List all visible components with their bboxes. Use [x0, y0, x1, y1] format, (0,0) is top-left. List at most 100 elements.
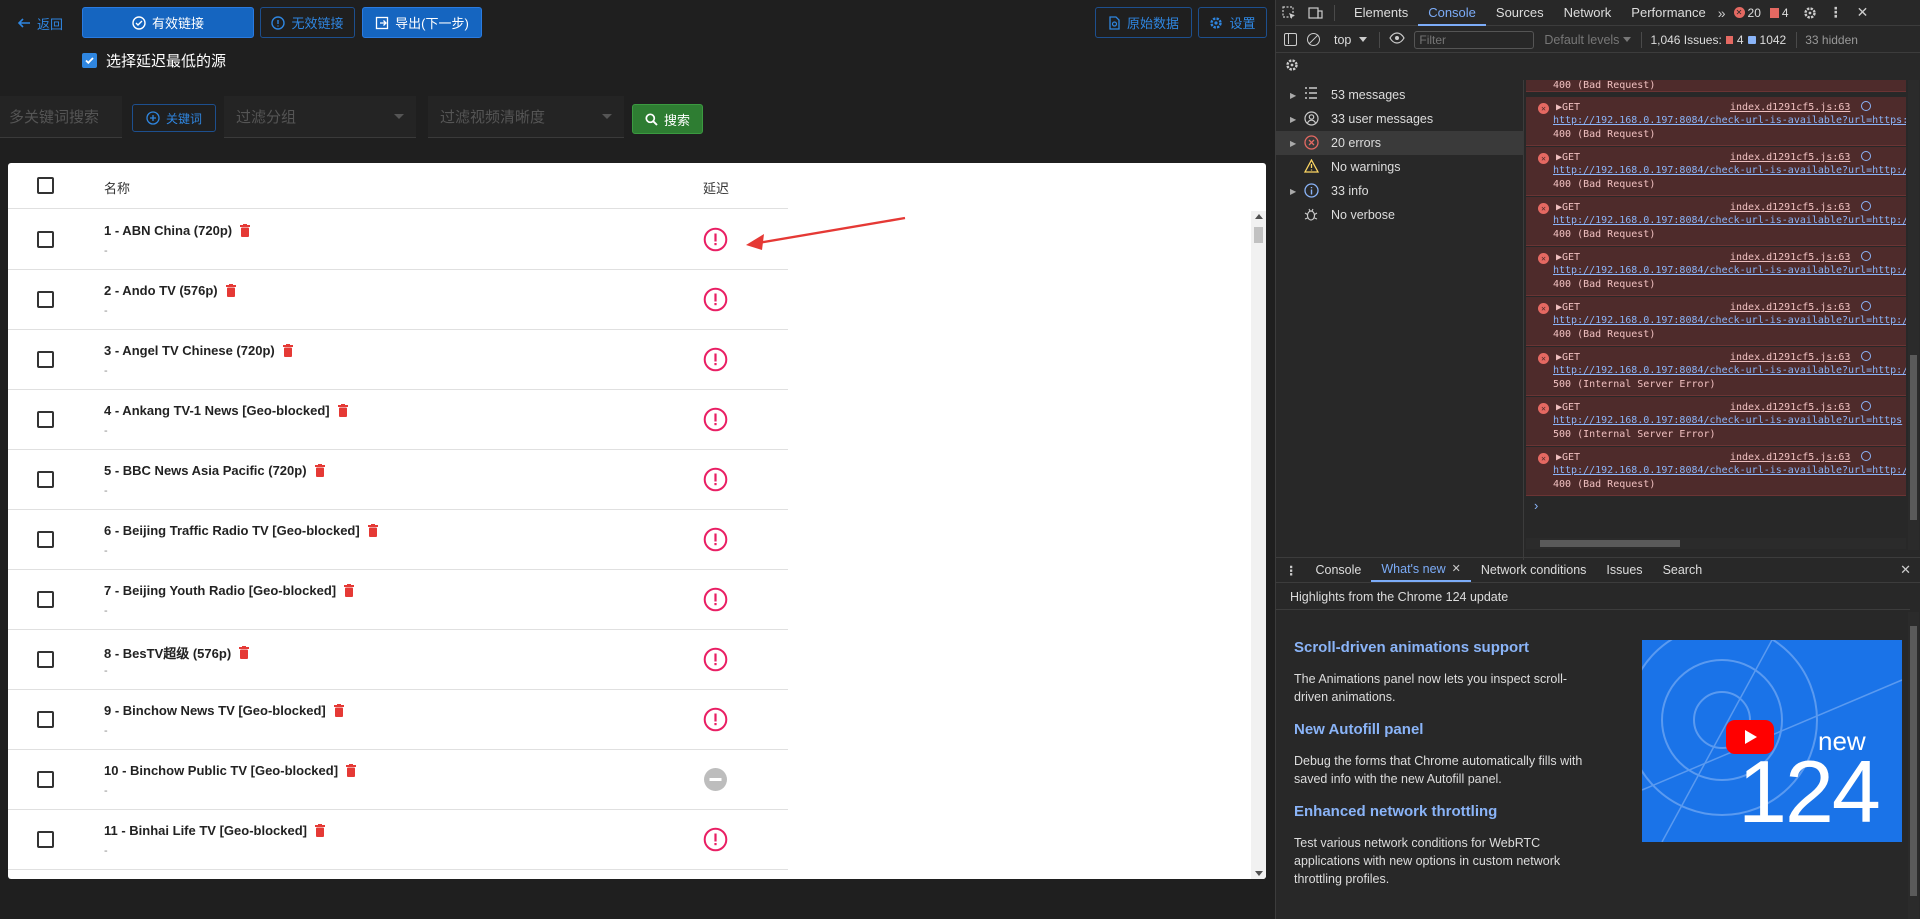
whats-new-title-3[interactable]: Enhanced network throttling [1294, 803, 1497, 820]
row-checkbox[interactable] [37, 411, 54, 428]
drawer-tab-console[interactable]: Console [1306, 558, 1372, 582]
console-sidebar-item[interactable]: ▶ 53 messages [1276, 83, 1524, 107]
request-method[interactable]: ▶GET [1556, 252, 1580, 263]
trash-icon[interactable] [344, 584, 355, 597]
device-toolbar-icon[interactable] [1302, 0, 1328, 26]
row-checkbox[interactable] [37, 771, 54, 788]
request-method[interactable]: ▶GET [1556, 352, 1580, 363]
table-row[interactable]: 5 - BBC News Asia Pacific (720p) - [8, 450, 788, 510]
console-sidebar-item[interactable]: No warnings [1276, 155, 1524, 179]
expand-triangle-icon[interactable]: ▶ [1290, 139, 1296, 148]
table-row[interactable]: 8 - BesTV超级 (576p) - [8, 630, 788, 690]
trash-icon[interactable] [314, 464, 325, 477]
scrollbar-thumb[interactable] [1254, 227, 1263, 243]
drawer-tab-what-s-new[interactable]: What's new ✕ [1371, 557, 1471, 582]
console-vscrollbar[interactable] [1908, 80, 1919, 550]
console-error-entry[interactable]: ✕ ▶GET index.d1291cf5.js:63 http://192.1… [1526, 197, 1906, 246]
drawer-tab-network-conditions[interactable]: Network conditions [1471, 558, 1597, 582]
vscroll-thumb[interactable] [1910, 355, 1917, 520]
row-checkbox[interactable] [37, 351, 54, 368]
request-url-link[interactable]: http://192.168.0.197:8084/check-url-is-a… [1553, 465, 1906, 476]
console-sidebar-item[interactable]: ▶ 20 errors [1276, 131, 1524, 155]
row-checkbox[interactable] [37, 711, 54, 728]
request-url-link[interactable]: http://192.168.0.197:8084/check-url-is-a… [1553, 415, 1902, 426]
close-drawer-icon[interactable]: ✕ [1900, 562, 1911, 578]
row-checkbox[interactable] [37, 651, 54, 668]
close-tab-icon[interactable]: ✕ [1452, 557, 1461, 581]
table-row[interactable]: 11 - Binhai Life TV [Geo-blocked] - [8, 810, 788, 870]
more-options-icon[interactable]: ⋮ [1829, 4, 1843, 21]
request-url-link[interactable]: http://192.168.0.197:8084/check-url-is-a… [1553, 115, 1906, 126]
console-filter-input[interactable] [1414, 30, 1535, 49]
table-row[interactable]: 7 - Beijing Youth Radio [Geo-blocked] - [8, 570, 788, 630]
console-sidebar-item[interactable]: ▶ 33 user messages [1276, 107, 1524, 131]
keyword-button[interactable]: 关键词 [132, 104, 216, 132]
console-sidebar-item[interactable]: No verbose [1276, 203, 1524, 227]
trash-icon[interactable] [333, 704, 344, 717]
live-expression-eye-icon[interactable] [1389, 32, 1406, 47]
source-link[interactable]: index.d1291cf5.js:63 [1730, 302, 1850, 313]
source-link[interactable]: index.d1291cf5.js:63 [1730, 452, 1850, 463]
console-error-entry[interactable]: ✕ ▶GET index.d1291cf5.js:63 http://192.1… [1526, 447, 1906, 496]
devtools-settings-icon[interactable] [1803, 6, 1817, 20]
export-button[interactable]: 导出(下一步) [362, 7, 482, 38]
clear-console-icon[interactable] [1307, 33, 1320, 46]
close-devtools-icon[interactable]: ✕ [1857, 4, 1869, 21]
select-all-checkbox[interactable] [37, 177, 54, 194]
request-url-link[interactable]: http://192.168.0.197:8084/check-url-is-a… [1553, 365, 1906, 376]
trash-icon[interactable] [337, 404, 348, 417]
request-url-link[interactable]: http://192.168.0.197:8084/check-url-is-a… [1553, 315, 1906, 326]
row-checkbox[interactable] [37, 591, 54, 608]
table-row[interactable]: 3 - Angel TV Chinese (720p) - [8, 330, 788, 390]
drawer-menu-icon[interactable]: ⋮ [1285, 563, 1298, 578]
devtools-tab-performance[interactable]: Performance [1621, 0, 1715, 26]
request-method[interactable]: ▶GET [1556, 452, 1580, 463]
trash-icon[interactable] [367, 524, 378, 537]
table-row[interactable]: 6 - Beijing Traffic Radio TV [Geo-blocke… [8, 510, 788, 570]
row-checkbox[interactable] [37, 291, 54, 308]
settings-button[interactable]: 设置 [1198, 7, 1267, 38]
valid-links-button[interactable]: 有效链接 [82, 7, 254, 38]
request-method[interactable]: ▶GET [1556, 102, 1580, 113]
invalid-links-button[interactable]: 无效链接 [260, 7, 355, 38]
source-link[interactable]: index.d1291cf5.js:63 [1730, 152, 1850, 163]
request-url-link[interactable]: http://192.168.0.197:8084/check-url-is-a… [1553, 265, 1906, 276]
resolution-filter-select[interactable]: 过滤视频清晰度 [428, 96, 624, 138]
sidebar-toggle-icon[interactable] [1284, 33, 1297, 46]
expand-triangle-icon[interactable]: ▶ [1290, 91, 1296, 100]
expand-triangle-icon[interactable]: ▶ [1290, 187, 1296, 196]
row-checkbox[interactable] [37, 831, 54, 848]
devtools-tab-console[interactable]: Console [1418, 0, 1486, 26]
table-row[interactable]: 2 - Ando TV (576p) - [8, 270, 788, 330]
request-method[interactable]: ▶GET [1556, 402, 1580, 413]
whats-new-scrollbar[interactable] [1908, 612, 1919, 919]
console-error-entry[interactable]: ✕ ▶GET index.d1291cf5.js:63 http://192.1… [1526, 97, 1906, 146]
request-url-link[interactable]: http://192.168.0.197:8084/check-url-is-a… [1553, 215, 1906, 226]
trash-icon[interactable] [314, 824, 325, 837]
whats-new-title-1[interactable]: Scroll-driven animations support [1294, 639, 1529, 656]
table-scrollbar[interactable] [1251, 211, 1266, 879]
console-prompt[interactable]: › [1534, 498, 1538, 513]
devtools-tab-network[interactable]: Network [1554, 0, 1622, 26]
source-link[interactable]: index.d1291cf5.js:63 [1730, 252, 1850, 263]
console-hscrollbar[interactable] [1526, 538, 1906, 549]
devtools-tab-sources[interactable]: Sources [1486, 0, 1554, 26]
whats-new-title-2[interactable]: New Autofill panel [1294, 721, 1423, 738]
scroll-down-arrow-icon[interactable] [1255, 871, 1263, 876]
search-button[interactable]: 搜索 [632, 104, 703, 134]
hscroll-thumb[interactable] [1540, 540, 1680, 547]
drawer-tab-issues[interactable]: Issues [1596, 558, 1652, 582]
request-url-link[interactable]: http://192.168.0.197:8084/check-url-is-a… [1553, 165, 1906, 176]
chrome-124-banner[interactable]: new 124 [1642, 640, 1902, 842]
warning-count-badge[interactable]: 4 [1769, 6, 1789, 20]
row-checkbox[interactable] [37, 531, 54, 548]
console-error-entry[interactable]: ✕ ▶GET index.d1291cf5.js:63 http://192.1… [1526, 147, 1906, 196]
table-row[interactable]: 4 - Ankang TV-1 News [Geo-blocked] - [8, 390, 788, 450]
row-checkbox[interactable] [37, 231, 54, 248]
error-count-badge[interactable]: ✕ 20 [1733, 6, 1761, 20]
table-row[interactable]: 9 - Binchow News TV [Geo-blocked] - [8, 690, 788, 750]
table-row[interactable]: 10 - Binchow Public TV [Geo-blocked] - [8, 750, 788, 810]
back-button[interactable]: 返回 [10, 10, 70, 36]
trash-icon[interactable] [239, 646, 250, 659]
source-link[interactable]: index.d1291cf5.js:63 [1730, 402, 1850, 413]
